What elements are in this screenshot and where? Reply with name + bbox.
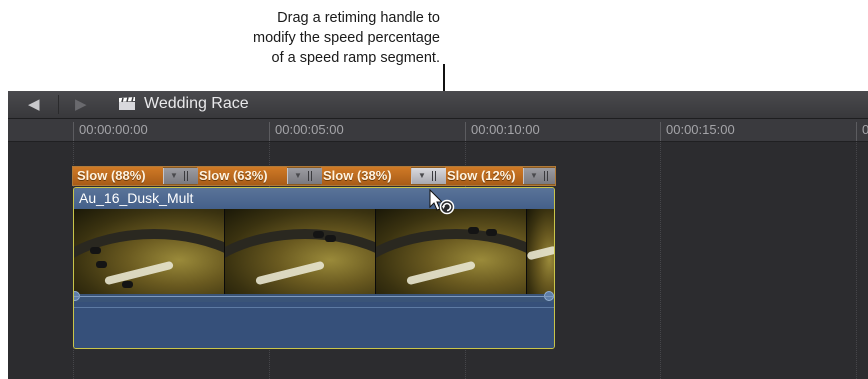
frame-car [486,229,497,236]
chevron-down-icon[interactable]: ▼ [418,171,426,180]
callout-text: Drag a retiming handle to modify the spe… [150,8,440,68]
grid-line [856,142,857,379]
clip-name-bar: Au_16_Dusk_Mult [74,188,554,209]
frame-road-marking [527,245,554,261]
chevron-down-icon[interactable]: ▼ [294,171,302,180]
clapperboard-icon [119,97,135,110]
clip-filmstrip [74,209,554,294]
ruler-timecode: 00:00:00:00 [79,122,148,137]
retiming-handle[interactable]: ▼ [523,168,555,184]
back-arrow-icon[interactable]: ◀ [28,96,40,113]
timeline-ruler[interactable]: 00:00:00:00 00:00:05:00 00:00:10:00 00:0… [8,119,868,142]
retime-cursor-icon [429,189,455,215]
frame-car [313,231,324,238]
callout-line-3: of a speed ramp segment. [271,50,440,66]
frame-car [96,261,107,268]
frame-car [468,227,479,234]
timeline-toolbar: ◀ ▶ Wedding Race [8,91,868,119]
grid-line [660,142,661,379]
toolbar-divider [58,95,59,114]
filmstrip-frame [527,209,554,294]
retime-segment-label: Slow (12%) [447,168,516,183]
clip-audio-area [74,302,554,348]
callout-line-2: modify the speed percentage [252,30,440,46]
retiming-handle-active[interactable]: ▼ [411,168,446,184]
retiming-bar: Slow (88%) Slow (63%) Slow (38%) Slow (1… [72,166,556,186]
timeline-window: ◀ ▶ Wedding Race 00:00:00:00 00:00:05:00… [8,91,868,379]
filmstrip-frame [74,209,225,294]
ruler-timecode: 00:00:15:00 [666,122,735,137]
forward-arrow-icon[interactable]: ▶ [75,96,87,113]
chevron-down-icon[interactable]: ▼ [530,171,538,180]
ruler-timecode: 00:00:05:00 [275,122,344,137]
grip-icon [432,171,436,181]
video-clip[interactable]: Au_16_Dusk_Mult [73,187,555,349]
filmstrip-frame [376,209,527,294]
ruler-timecode: 00:00:10:00 [471,122,540,137]
grip-icon [544,171,548,181]
retime-segment-label: Slow (38%) [323,168,392,183]
frame-road [376,229,526,294]
callout-line-1: Drag a retiming handle to [277,10,440,26]
frame-car [90,247,101,254]
frame-road [225,229,375,294]
project-title: Wedding Race [144,95,249,112]
ruler-tick [73,122,74,141]
grip-icon [184,171,188,181]
ruler-tick [269,122,270,141]
ruler-tick [660,122,661,141]
ruler-timecode: 0 [862,122,868,137]
retiming-handle[interactable]: ▼ [287,168,322,184]
retiming-handle[interactable]: ▼ [163,168,198,184]
ruler-tick [856,122,857,141]
chevron-down-icon[interactable]: ▼ [170,171,178,180]
clip-audio-divider [74,307,554,308]
filmstrip-frame [225,209,376,294]
ruler-tick [465,122,466,141]
frame-car [325,235,336,242]
retime-segment-label: Slow (88%) [77,168,146,183]
clip-name: Au_16_Dusk_Mult [79,190,194,206]
retime-segment-label: Slow (63%) [199,168,268,183]
audio-level-line[interactable] [74,296,554,297]
frame-car [122,281,133,288]
grip-icon [308,171,312,181]
